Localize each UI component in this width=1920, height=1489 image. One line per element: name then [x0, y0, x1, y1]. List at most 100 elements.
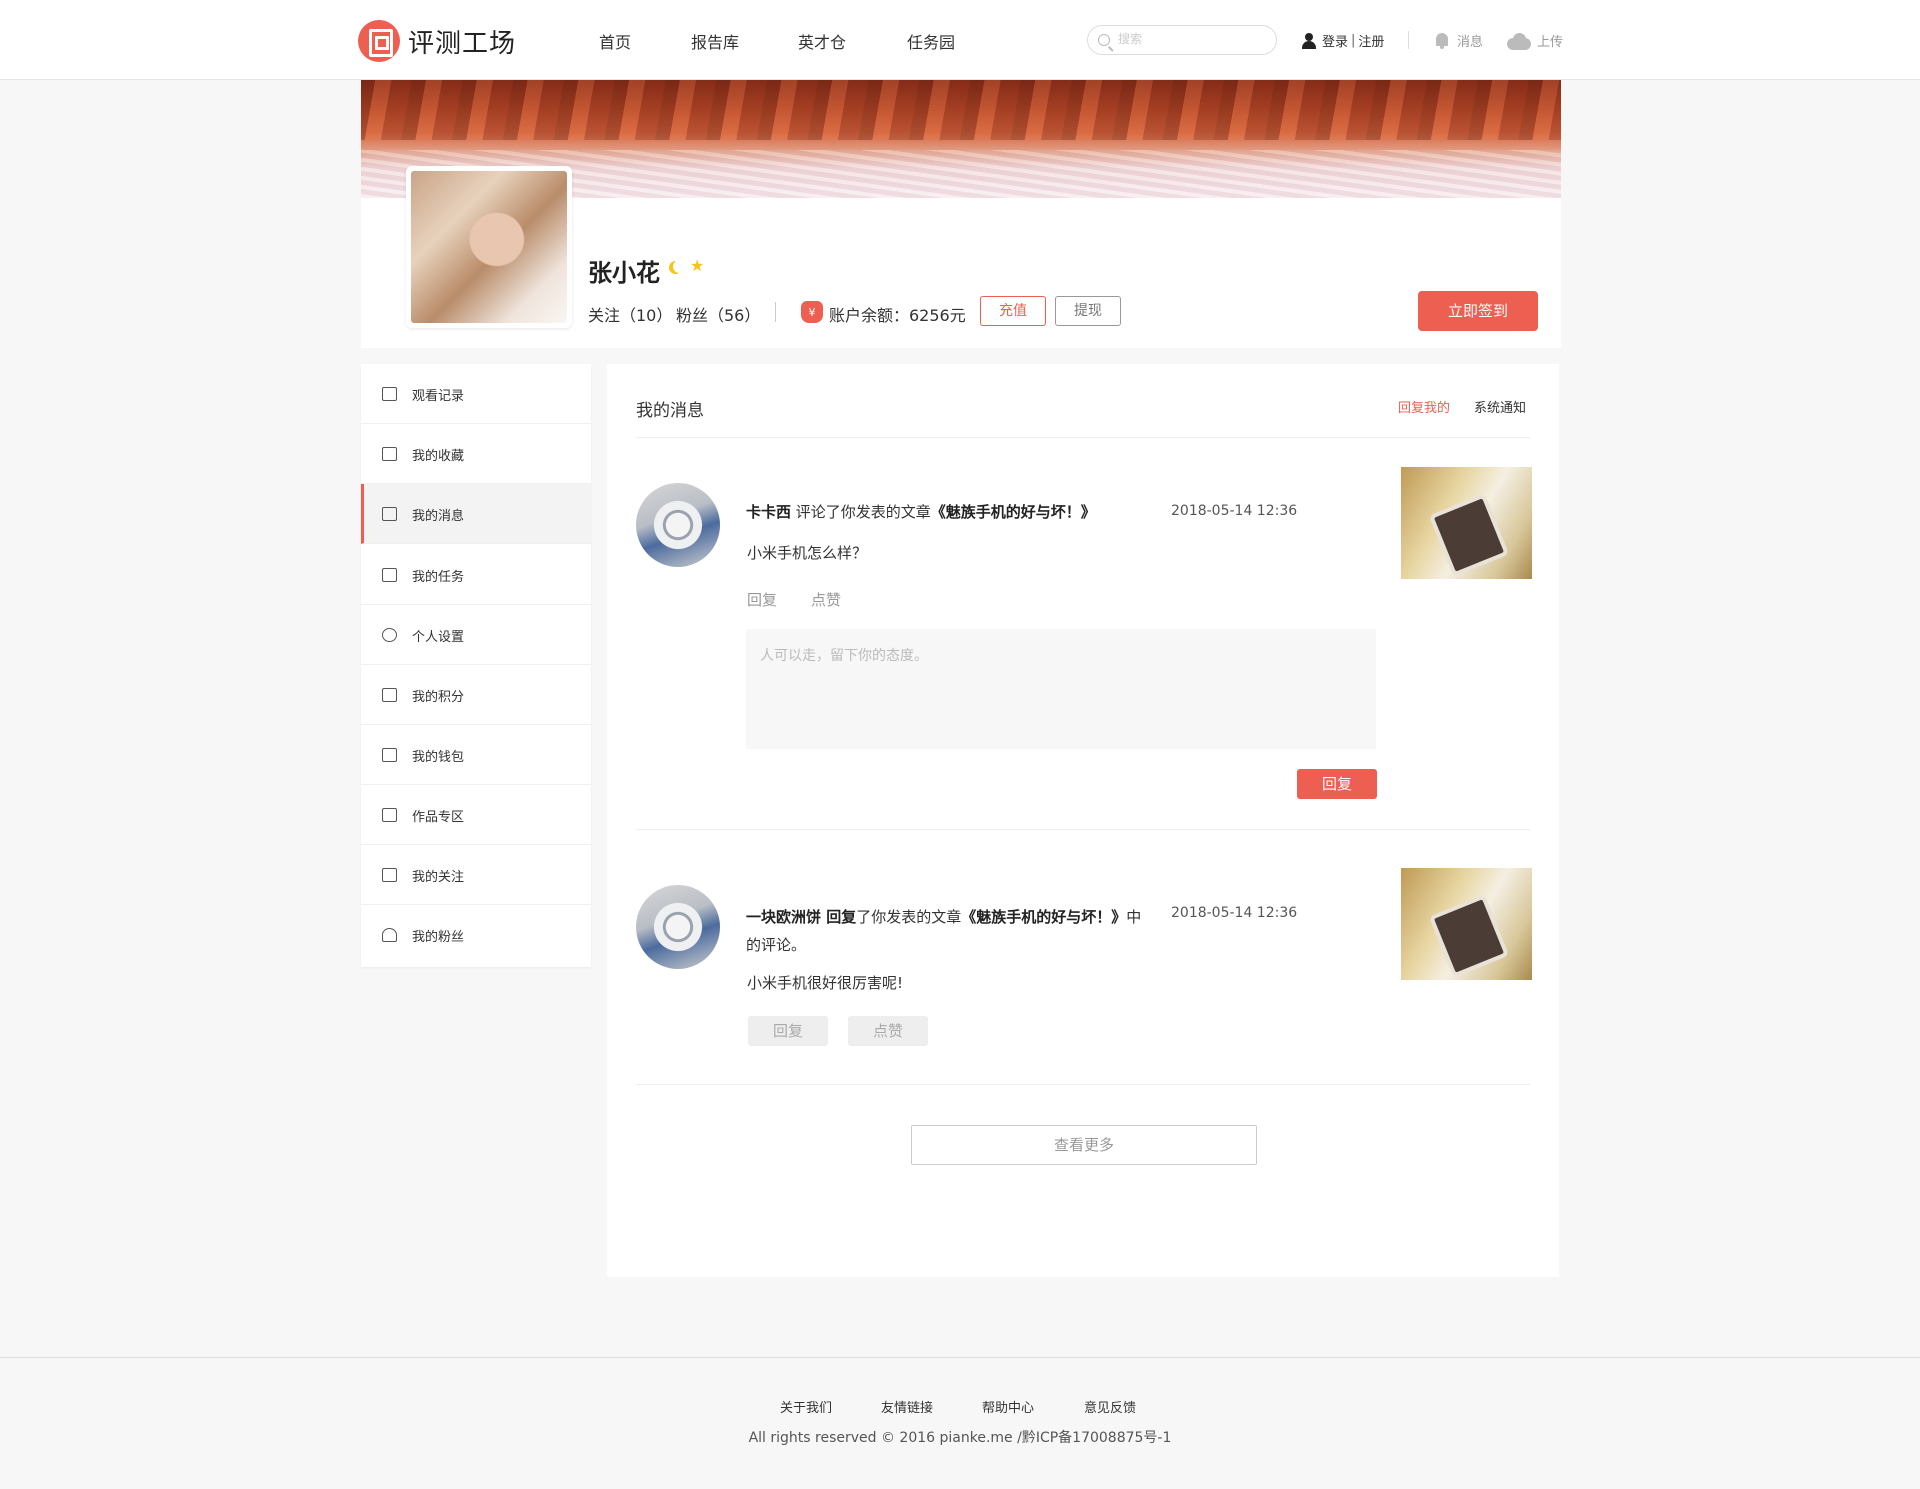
- sidebar-item-fans[interactable]: 我的粉丝: [361, 905, 591, 965]
- sidebar-item-label: 我的消息: [412, 509, 465, 524]
- message-divider: [636, 1084, 1530, 1085]
- bell-icon: [1433, 32, 1451, 50]
- reply-button[interactable]: 回复: [748, 1016, 828, 1046]
- commenter-avatar[interactable]: [636, 483, 720, 567]
- messages-link[interactable]: 消息: [1433, 31, 1483, 50]
- tab-system-notice[interactable]: 系统通知: [1474, 397, 1526, 416]
- page-footer: [0, 1357, 1920, 1489]
- search-icon: [1098, 34, 1110, 46]
- money-bag-icon: ¥: [801, 301, 823, 323]
- sidebar-item-favorites[interactable]: 我的收藏: [361, 424, 591, 484]
- wallet-icon: [382, 748, 397, 762]
- sidebar-item-label: 我的钱包: [412, 750, 465, 765]
- settings-icon: [382, 628, 397, 642]
- messages-label: 消息: [1457, 35, 1484, 50]
- search-box[interactable]: [1087, 25, 1277, 55]
- like-button[interactable]: 点赞: [848, 1016, 928, 1046]
- sidebar-item-settings[interactable]: 个人设置: [361, 605, 591, 665]
- article-title-link[interactable]: 《魅族手机的好与坏！》: [961, 908, 1126, 926]
- tab-reply-to-me[interactable]: 回复我的: [1398, 397, 1450, 416]
- checkin-button[interactable]: 立即签到: [1418, 291, 1538, 331]
- sidebar-item-label: 个人设置: [412, 630, 465, 645]
- title-divider: [636, 437, 1530, 438]
- withdraw-button[interactable]: 提现: [1055, 296, 1121, 326]
- sidebar-item-label: 观看记录: [412, 389, 465, 404]
- sidebar-item-label: 我的收藏: [412, 449, 465, 464]
- panel-title: 我的消息: [636, 401, 704, 421]
- recharge-button[interactable]: 充值: [980, 296, 1046, 326]
- message-action: 评论了你发表的文章: [791, 503, 931, 521]
- message-icon: [382, 507, 397, 521]
- account-balance: 账户余额：6256元: [829, 306, 966, 325]
- favorite-icon: [382, 447, 397, 461]
- sidebar-item-label: 我的积分: [412, 690, 465, 705]
- sidebar-item-label: 作品专区: [412, 810, 465, 825]
- footer-feedback-link[interactable]: 意见反馈: [1084, 1397, 1136, 1416]
- login-register[interactable]: 登录 | 注册: [1302, 31, 1384, 50]
- sidebar-menu: 观看记录 我的收藏 我的消息 我的任务 个人设置 我的积分 我的钱包 作品专区 …: [361, 364, 591, 967]
- message-action: 了你发表的文章: [856, 908, 962, 926]
- user-icon: [1302, 32, 1316, 49]
- top-header: [0, 0, 1920, 80]
- login-link[interactable]: 登录: [1322, 31, 1348, 50]
- search-input[interactable]: [1118, 32, 1268, 46]
- commenter-name[interactable]: 卡卡西: [746, 503, 791, 521]
- register-link[interactable]: 注册: [1358, 31, 1384, 50]
- user-avatar-image: [411, 171, 567, 323]
- commenter-name[interactable]: 一块欧洲饼 回复: [746, 908, 856, 926]
- points-icon: [382, 688, 397, 702]
- sidebar-item-label: 我的关注: [412, 870, 465, 885]
- nav-talent[interactable]: 英才仓: [798, 29, 846, 53]
- sidebar-item-wallet[interactable]: 我的钱包: [361, 725, 591, 785]
- header-divider: [1408, 31, 1409, 49]
- sidebar-item-watch-history[interactable]: 观看记录: [361, 364, 591, 424]
- message-header: 一块欧洲饼 回复了你发表的文章《魅族手机的好与坏！》中的评论。: [746, 903, 1146, 959]
- message-divider: [636, 829, 1530, 830]
- footer-about-link[interactable]: 关于我们: [780, 1397, 832, 1416]
- user-avatar[interactable]: [406, 166, 572, 328]
- cloud-upload-icon: [1507, 32, 1531, 50]
- article-thumbnail[interactable]: [1401, 868, 1532, 980]
- message-time: 2018-05-14 12:36: [1171, 503, 1298, 519]
- reply-link[interactable]: 回复: [747, 589, 777, 610]
- site-logo[interactable]: 评测工场: [358, 20, 516, 62]
- sidebar-item-messages[interactable]: 我的消息: [361, 484, 591, 544]
- reply-textarea[interactable]: [746, 629, 1376, 749]
- like-link[interactable]: 点赞: [811, 589, 841, 610]
- fans-icon: [382, 928, 397, 942]
- footer-help-link[interactable]: 帮助中心: [982, 1397, 1034, 1416]
- message-header: 卡卡西 评论了你发表的文章《魅族手机的好与坏！》: [746, 501, 1096, 522]
- message-body: 小米手机很好很厉害呢!: [747, 974, 904, 992]
- task-icon: [382, 568, 397, 582]
- article-thumbnail[interactable]: [1401, 467, 1532, 579]
- message-time: 2018-05-14 12:36: [1171, 905, 1298, 921]
- sidebar-item-points[interactable]: 我的积分: [361, 665, 591, 725]
- reply-submit-button[interactable]: 回复: [1297, 769, 1377, 799]
- logo-text: 评测工场: [408, 28, 517, 59]
- upload-link[interactable]: 上传: [1507, 31, 1563, 50]
- fans-count[interactable]: 粉丝（56）: [676, 302, 760, 326]
- load-more-button[interactable]: 查看更多: [911, 1125, 1257, 1165]
- star-level-icon: ★: [690, 256, 705, 275]
- sidebar-item-tasks[interactable]: 我的任务: [361, 545, 591, 605]
- sidebar-item-label: 我的任务: [412, 570, 465, 585]
- user-name: 张小花: [588, 259, 660, 287]
- nav-home[interactable]: 首页: [599, 29, 631, 53]
- copyright-text: All rights reserved © 2016 pianke.me /黔I…: [748, 1430, 1172, 1446]
- following-count[interactable]: 关注（10）: [588, 302, 672, 326]
- login-separator: |: [1351, 33, 1356, 48]
- profile-divider: [775, 302, 776, 322]
- moon-level-icon: [673, 260, 686, 273]
- play-record-icon: [382, 387, 397, 401]
- nav-tasks[interactable]: 任务园: [907, 29, 955, 53]
- nav-reports[interactable]: 报告库: [691, 29, 739, 53]
- sidebar-item-following[interactable]: 我的关注: [361, 845, 591, 905]
- commenter-avatar[interactable]: [636, 885, 720, 969]
- sidebar-item-works[interactable]: 作品专区: [361, 785, 591, 845]
- footer-friend-links[interactable]: 友情链接: [881, 1397, 933, 1416]
- message-body: 小米手机怎么样？: [747, 544, 868, 562]
- article-title-link[interactable]: 《魅族手机的好与坏！》: [931, 503, 1096, 521]
- sidebar-item-label: 我的粉丝: [412, 930, 465, 945]
- logo-icon: [358, 20, 400, 62]
- upload-label: 上传: [1537, 35, 1564, 50]
